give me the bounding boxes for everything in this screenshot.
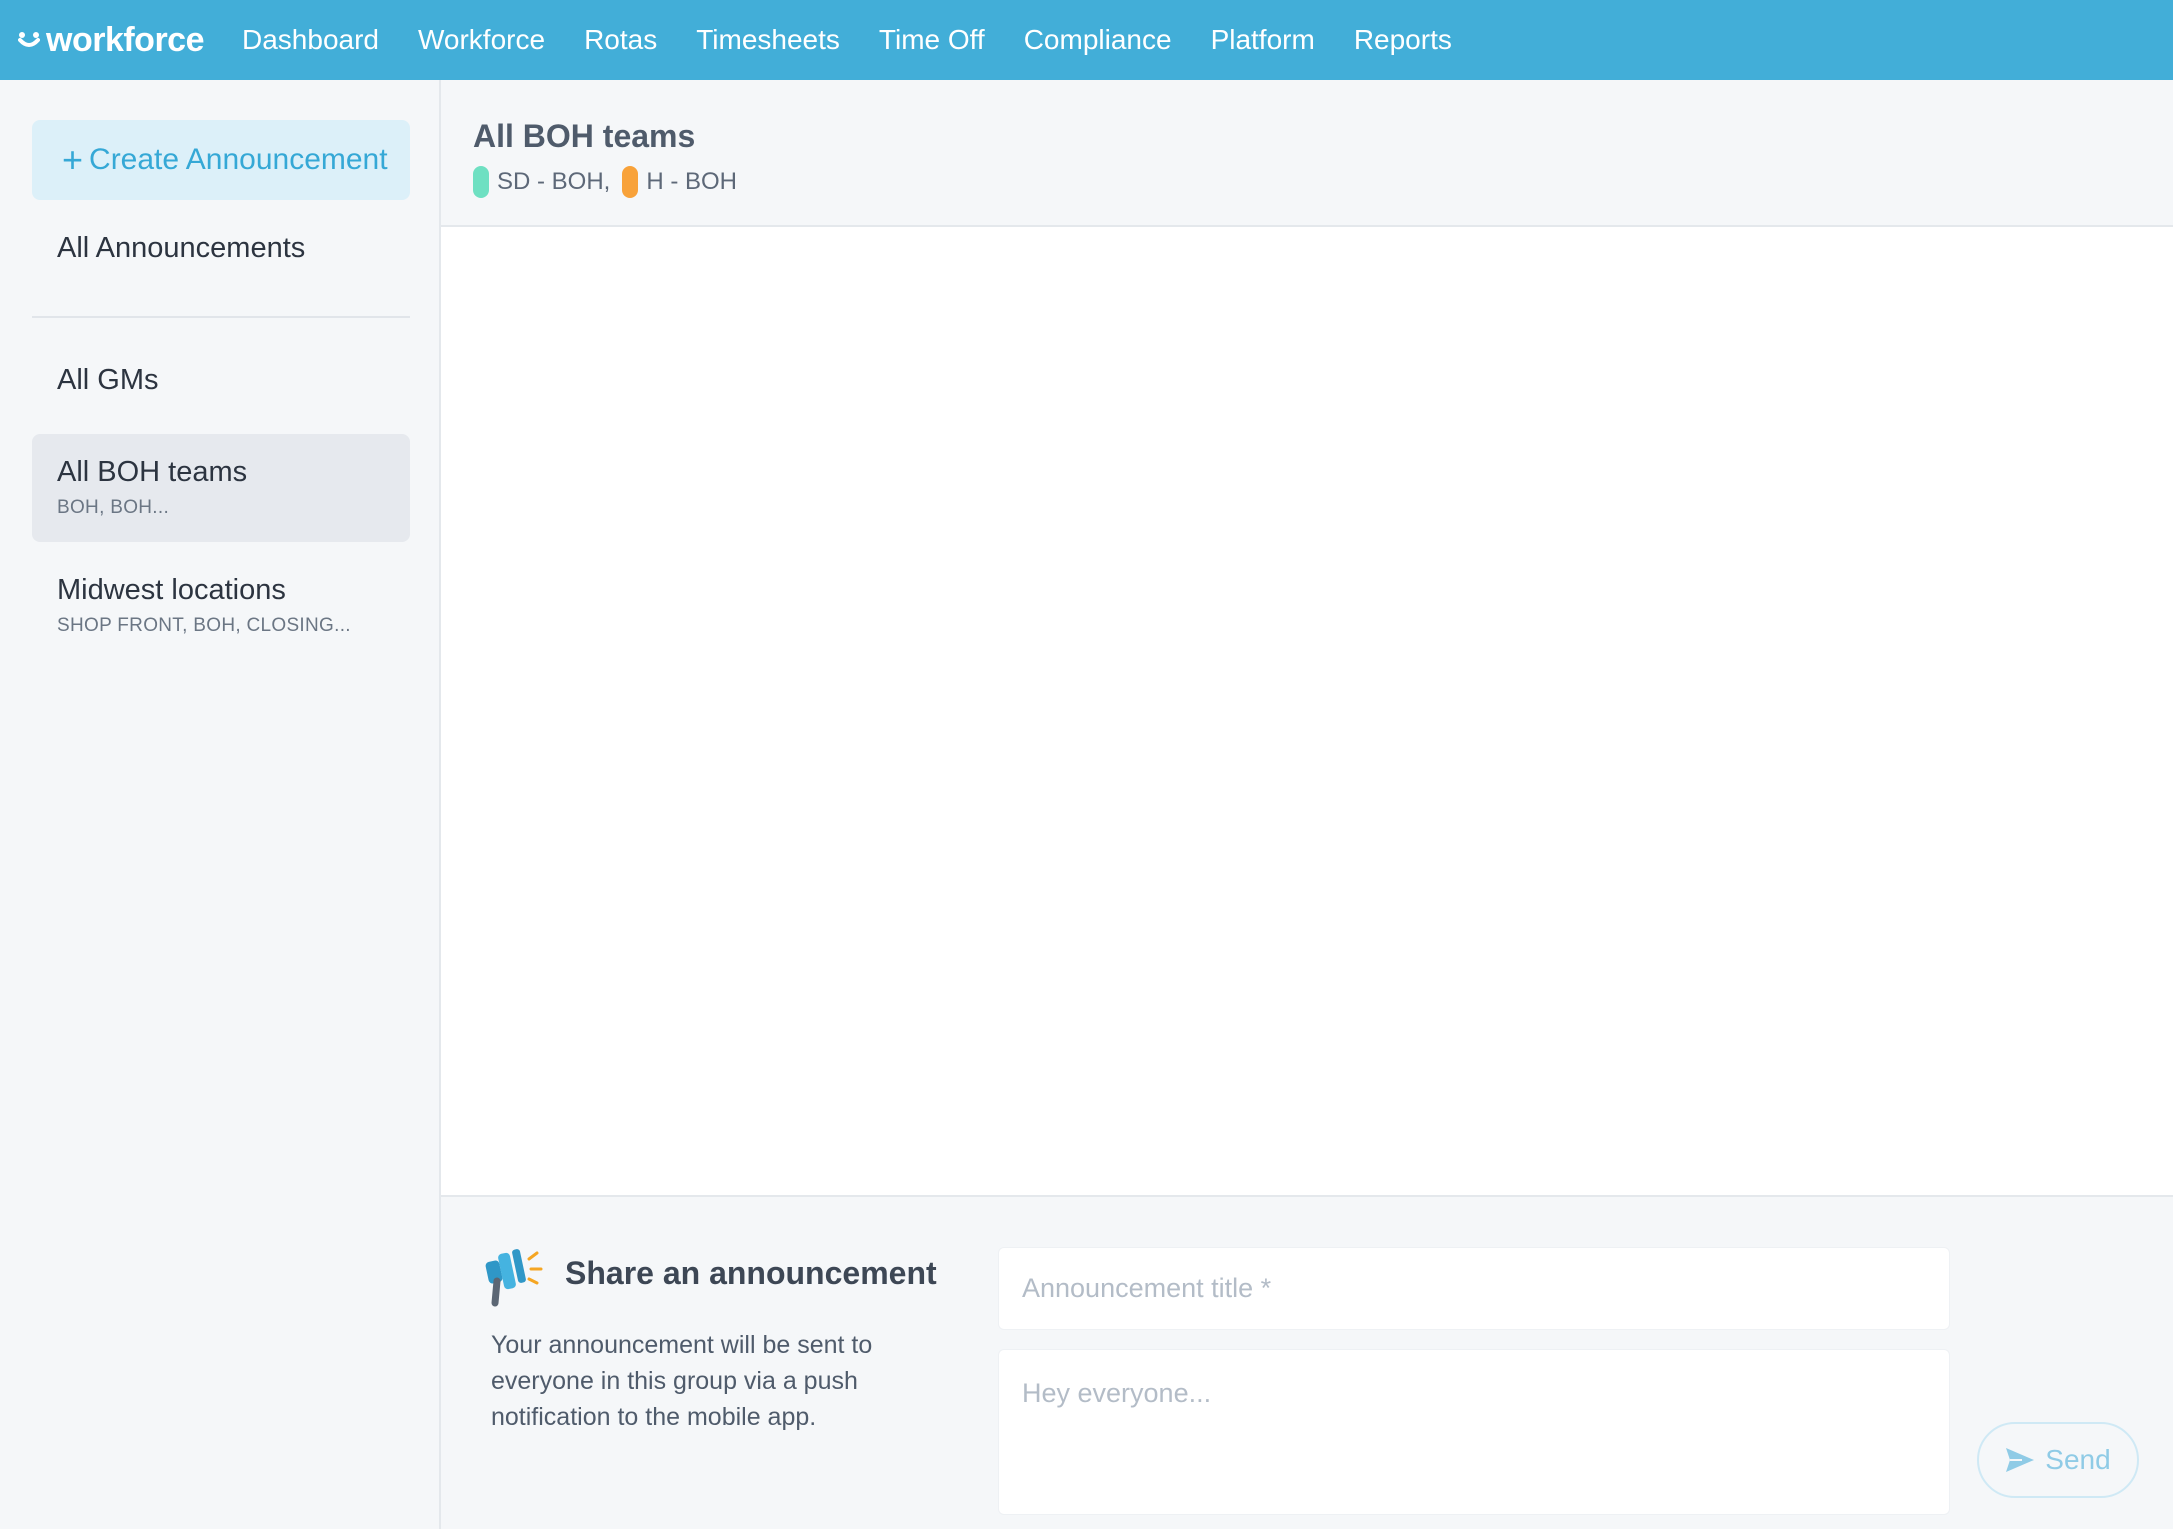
send-label: Send	[2045, 1444, 2111, 1475]
smile-logo-icon	[18, 32, 40, 47]
sidebar-group-midwest-locations[interactable]: Midwest locations SHOP FRONT, BOH, CLOSI…	[32, 552, 410, 660]
all-announcements-link[interactable]: All Announcements	[57, 232, 305, 265]
plus-icon: +	[62, 139, 84, 180]
create-announcement-button[interactable]: + Create Announcement	[32, 120, 410, 200]
team-tag-label: H - BOH	[646, 168, 738, 195]
top-nav-bar: workforce Dashboard Workforce Rotas Time…	[0, 0, 2173, 80]
send-button[interactable]: Send	[1977, 1422, 2139, 1498]
nav-workforce[interactable]: Workforce	[418, 24, 545, 56]
group-name: All GMs	[57, 364, 159, 396]
nav-dashboard[interactable]: Dashboard	[242, 24, 379, 56]
composer-description: Your announcement will be sent to everyo…	[491, 1331, 873, 1431]
composer-heading: Share an announcement	[565, 1255, 937, 1291]
announcements-sidebar: + Create Announcement All Announcements …	[0, 80, 441, 1529]
sidebar-group-all-boh-teams[interactable]: All BOH teams BOH, BOH...	[32, 434, 410, 542]
messages-area	[441, 227, 2173, 1195]
nav-timesheets[interactable]: Timesheets	[696, 24, 840, 56]
team-tag: H - BOH	[622, 166, 737, 198]
logo-text: workforce	[46, 20, 205, 59]
send-icon	[2006, 1448, 2035, 1472]
announcement-composer: Share an announcement Your announcement …	[441, 1195, 2173, 1529]
nav-compliance[interactable]: Compliance	[1024, 24, 1172, 56]
group-header: All BOH teams SD - BOH, H - BOH	[441, 80, 2173, 227]
group-name: Midwest locations	[57, 574, 286, 606]
create-announcement-label: Create Announcement	[89, 143, 388, 176]
group-name: All BOH teams	[57, 456, 248, 488]
announcement-body-input[interactable]	[998, 1349, 1950, 1515]
announcement-panel: All BOH teams SD - BOH, H - BOH Share an…	[441, 80, 2173, 1529]
nav-time-off[interactable]: Time Off	[879, 24, 985, 56]
megaphone-icon	[485, 1249, 543, 1307]
group-teams: BOH, BOH...	[57, 497, 170, 518]
workforce-logo[interactable]: workforce	[18, 20, 205, 60]
team-tags: SD - BOH, H - BOH	[473, 166, 749, 198]
team-tag-label: SD - BOH,	[497, 168, 611, 195]
team-color-dot	[622, 166, 639, 198]
nav-reports[interactable]: Reports	[1354, 24, 1452, 56]
sidebar-divider	[32, 316, 410, 318]
team-color-dot	[473, 166, 489, 198]
sidebar-group-all-gms[interactable]: All GMs	[32, 352, 410, 422]
nav-platform[interactable]: Platform	[1211, 24, 1315, 56]
group-teams: SHOP FRONT, BOH, CLOSING...	[57, 615, 351, 636]
nav-rotas[interactable]: Rotas	[584, 24, 657, 56]
announcement-title-input[interactable]	[998, 1247, 1950, 1330]
page-title: All BOH teams	[473, 118, 696, 154]
team-tag: SD - BOH,	[473, 166, 610, 198]
